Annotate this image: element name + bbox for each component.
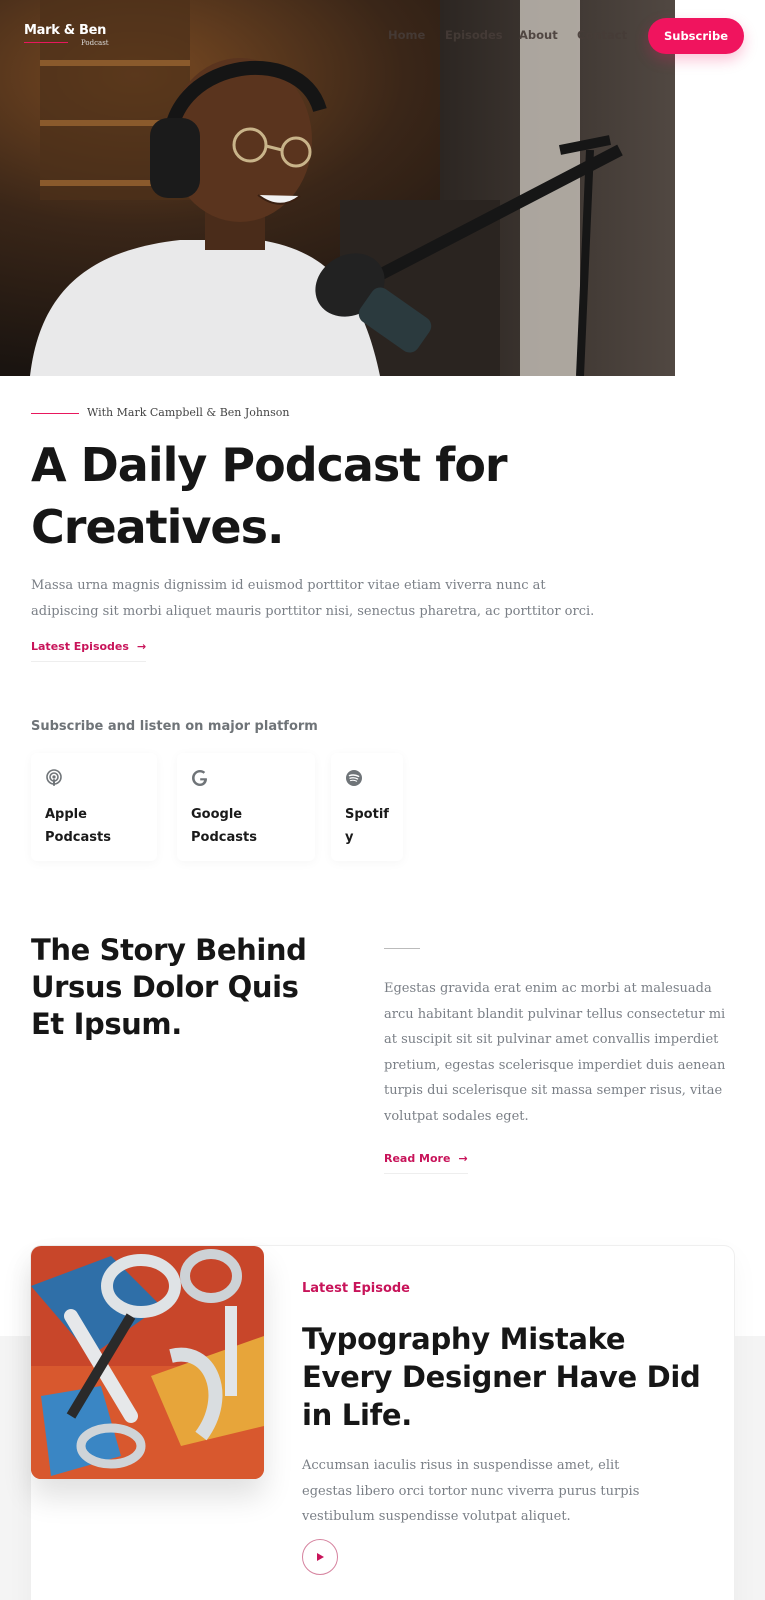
story-divider <box>384 948 420 949</box>
intro-text: Massa urna magnis dignissim id euismod p… <box>31 578 595 619</box>
nav-about[interactable]: About <box>519 28 558 42</box>
logo-underline <box>24 42 68 43</box>
typography-art-image <box>31 1246 264 1479</box>
episode-description: Accumsan iaculis risus in suspendisse am… <box>302 1458 640 1524</box>
read-more-link[interactable]: Read More → <box>384 1152 468 1174</box>
logo[interactable]: Mark & Ben Podcast <box>24 23 109 47</box>
story-heading-line2: Ursus Dolor Quis <box>31 970 299 1004</box>
latest-episodes-label: Latest Episodes <box>31 640 129 653</box>
story-text: Egestas gravida erat enim ac morbi at ma… <box>384 981 726 1124</box>
podcast-icon <box>46 769 62 786</box>
hosts-eyebrow: With Mark Campbell & Ben Johnson <box>87 406 290 419</box>
google-icon <box>192 770 207 786</box>
platform-label-line2: Podcasts <box>45 830 111 845</box>
platform-label-line1: Spotif <box>345 807 389 822</box>
subscribe-button[interactable]: Subscribe <box>648 18 744 54</box>
platform-label-line2: y <box>345 830 354 845</box>
page-title-line2: Creatives. <box>31 500 284 554</box>
nav-episodes[interactable]: Episodes <box>445 28 503 42</box>
spotify-icon <box>346 770 362 786</box>
episode-title-line1: Typography Mistake <box>302 1322 626 1356</box>
latest-episodes-link[interactable]: Latest Episodes → <box>31 640 147 662</box>
platform-label-line1: Apple <box>45 807 87 822</box>
eyebrow-divider <box>31 413 79 414</box>
arrow-right-icon: → <box>136 640 147 653</box>
page-title-line1: A Daily Podcast for <box>31 438 508 492</box>
story-heading-line3: Et Ipsum. <box>31 1007 182 1041</box>
page-title: A Daily Podcast for Creatives. <box>31 434 591 558</box>
play-icon <box>317 1553 324 1561</box>
platform-label: Spotif y <box>345 803 389 849</box>
story-heading: The Story Behind Ursus Dolor Quis Et Ips… <box>31 932 331 1043</box>
top-nav: Mark & Ben Podcast Home Episodes About C… <box>0 0 765 72</box>
logo-subtitle: Podcast <box>81 39 109 47</box>
latest-episode-label: Latest Episode <box>302 1281 410 1296</box>
platform-label-line2: Podcasts <box>191 830 257 845</box>
platform-label: Google Podcasts <box>191 803 257 849</box>
platforms-heading: Subscribe and listen on major platform <box>31 719 318 734</box>
arrow-right-icon: → <box>458 1152 468 1165</box>
logo-title: Mark & Ben <box>24 23 107 38</box>
platform-apple-podcasts[interactable]: Apple Podcasts <box>31 753 157 861</box>
play-button[interactable] <box>302 1539 338 1575</box>
story-heading-line1: The Story Behind <box>31 933 307 967</box>
episode-title-line2: Every Designer Have Did <box>302 1360 701 1394</box>
platform-label-line1: Google <box>191 807 243 822</box>
nav-home[interactable]: Home <box>388 28 425 42</box>
episode-thumbnail[interactable] <box>31 1246 264 1479</box>
read-more-label: Read More <box>384 1152 451 1165</box>
platform-google-podcasts[interactable]: Google Podcasts <box>177 753 315 861</box>
nav-contact[interactable]: Contact <box>577 28 627 42</box>
episode-title-line3: in Life. <box>302 1398 413 1432</box>
platform-label: Apple Podcasts <box>45 803 111 849</box>
episode-title[interactable]: Typography Mistake Every Designer Have D… <box>302 1320 712 1434</box>
platform-spotify[interactable]: Spotif y <box>331 753 403 861</box>
